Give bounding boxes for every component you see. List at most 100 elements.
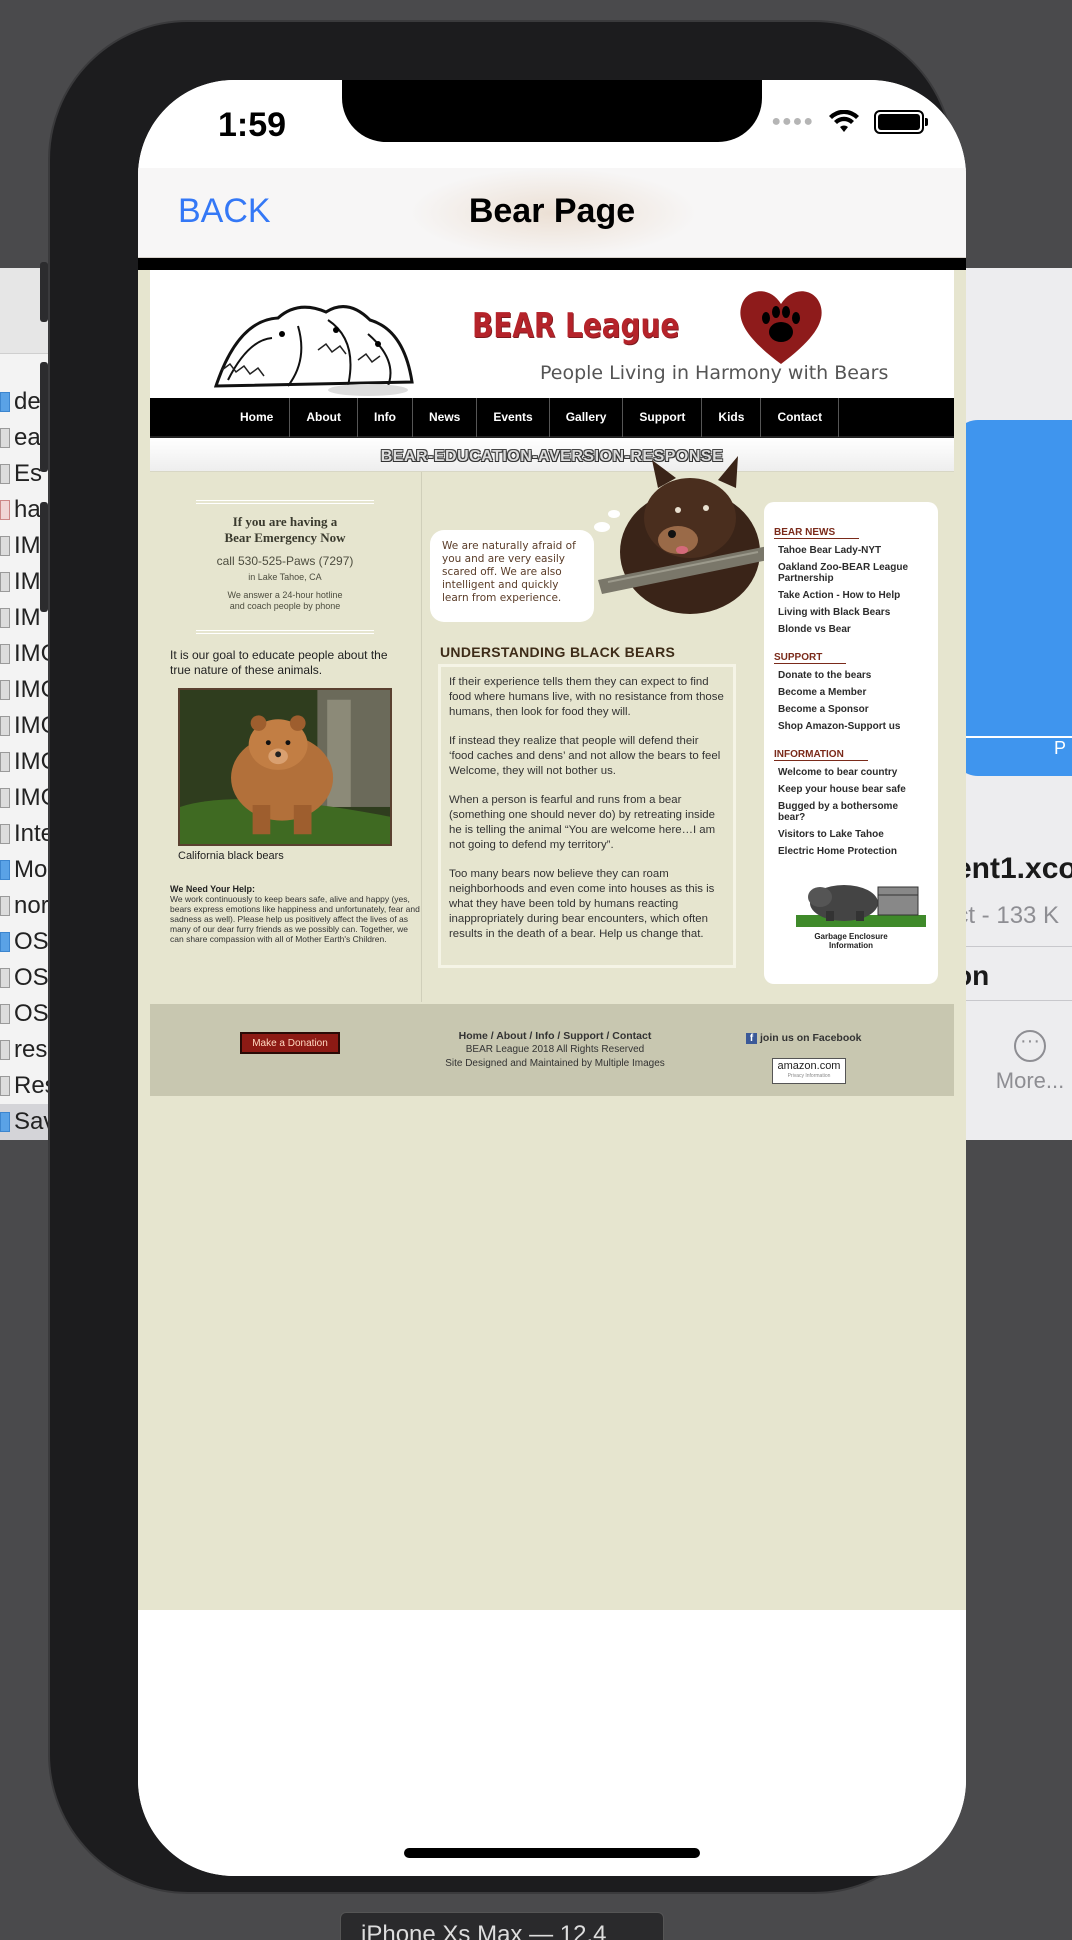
footer-links[interactable]: Home / About / Info / Support / Contact [430, 1030, 680, 1042]
news-link[interactable]: Living with Black Bears [778, 607, 928, 618]
info-link[interactable]: Bugged by a bothersome bear? [778, 801, 928, 823]
file-icon [0, 572, 10, 592]
site-nav-events[interactable]: Events [477, 397, 550, 437]
status-time: 1:59 [218, 106, 287, 144]
left-column: If you are having a Bear Emergency Now c… [150, 472, 422, 1002]
news-link[interactable]: Blonde vs Bear [778, 624, 928, 635]
file-name: nor [14, 892, 49, 919]
home-indicator[interactable] [404, 1848, 700, 1858]
emergency-note-line2: and coach people by phone [229, 601, 341, 611]
information-heading: INFORMATION [774, 749, 868, 761]
news-link[interactable]: Oakland Zoo-BEAR League Partnership [778, 562, 928, 584]
file-name: ea [14, 424, 41, 451]
section-banner: BEAR-EDUCATION-AVERSION-RESPONSE [150, 438, 954, 472]
amazon-badge[interactable]: amazon.com Privacy Information [772, 1058, 846, 1084]
file-icon [0, 824, 10, 844]
donate-button[interactable]: Make a Donation [240, 1032, 340, 1054]
site-nav-news[interactable]: News [413, 397, 478, 437]
divider [952, 946, 1072, 947]
file-icon [0, 428, 10, 448]
info-link[interactable]: Visitors to Lake Tahoe [778, 829, 928, 840]
understanding-paragraph: If their experience tells them they can … [449, 676, 724, 718]
simulator-device-label: iPhone Xs Max — 12.4 [340, 1912, 664, 1940]
bears-sketch-image [213, 305, 414, 396]
garbage-enclosure-image[interactable] [796, 871, 926, 927]
file-name: OS [14, 964, 49, 991]
emergency-title-line2: Bear Emergency Now [224, 530, 346, 545]
amazon-privacy: Privacy Information [787, 1073, 831, 1079]
file-name: Es [14, 460, 43, 487]
more-label: More... [995, 1068, 1065, 1093]
understanding-box: If their experience tells them they can … [438, 664, 736, 968]
photo-caption: California black bears [178, 850, 284, 862]
file-icon [0, 392, 10, 412]
site-tagline: People Living in Harmony with Bears [540, 362, 889, 384]
bear-league-site: BEAR League People Living in Harmony wit… [150, 268, 954, 1096]
site-nav-home[interactable]: Home [220, 397, 291, 437]
garbage-caption-line2: Information [829, 941, 873, 950]
site-nav-support[interactable]: Support [623, 397, 703, 437]
file-icon [0, 896, 10, 916]
file-name: ha [14, 496, 41, 523]
tile-label: P [952, 736, 1072, 758]
support-link[interactable]: Donate to the bears [778, 670, 928, 681]
file-icon [0, 1040, 10, 1060]
site-nav-info[interactable]: Info [358, 397, 413, 437]
file-icon [0, 644, 10, 664]
site-nav-about[interactable]: About [290, 397, 358, 437]
project-file-name: ent1.xco [955, 852, 1072, 885]
xcode-project-icon: P [952, 420, 1072, 776]
site-nav-gallery[interactable]: Gallery [550, 397, 624, 437]
more-button[interactable]: ··· More... [990, 1030, 1070, 1094]
heart-paw-logo-icon [740, 291, 822, 364]
emergency-title-line1: If you are having a [232, 514, 338, 529]
info-link[interactable]: Electric Home Protection [778, 846, 928, 857]
support-link[interactable]: Become a Sponsor [778, 704, 928, 715]
file-icon [0, 500, 10, 520]
file-icon [0, 1004, 10, 1024]
help-text: We work continuously to keep bears safe,… [170, 894, 420, 944]
file-name: de [14, 388, 41, 415]
mute-switch [40, 262, 48, 322]
nav-title: Bear Page [468, 192, 636, 230]
emergency-phone[interactable]: call 530-525-Paws (7297) [196, 554, 374, 568]
file-icon [0, 464, 10, 484]
file-name: Mo [14, 856, 48, 883]
right-sidebar: BEAR NEWS Tahoe Bear Lady-NYT Oakland Zo… [764, 502, 938, 984]
site-nav-kids[interactable]: Kids [702, 397, 762, 437]
middle-column: We are naturally afraid of you and are v… [422, 456, 768, 1002]
support-link[interactable]: Become a Member [778, 687, 928, 698]
support-heading: SUPPORT [774, 652, 847, 664]
notch [342, 80, 762, 142]
understanding-paragraph: Too many bears now believe they can roam… [449, 868, 715, 940]
info-link[interactable]: Keep your house bear safe [778, 784, 928, 795]
iphone-simulator-frame: 1:59 ●●●● BACK Bear Page BEAR League Peo… [40, 20, 966, 1894]
emergency-note-line1: We answer a 24-hour hotline [227, 590, 343, 600]
site-footer: Make a Donation Home / About / Info / Su… [150, 1004, 954, 1096]
file-icon [0, 1076, 10, 1096]
status-bar: 1:59 ●●●● [138, 80, 966, 170]
news-link[interactable]: Take Action - How to Help [778, 590, 928, 601]
emergency-location: in Lake Tahoe, CA [248, 572, 322, 582]
bear-thought-bubble: We are naturally afraid of you and are v… [430, 530, 594, 622]
file-name: OS [14, 928, 49, 955]
garbage-caption-line1: Garbage Enclosure [814, 932, 888, 941]
web-view[interactable]: BEAR League People Living in Harmony wit… [138, 258, 966, 1610]
facebook-link[interactable]: f join us on Facebook [746, 1032, 862, 1044]
file-icon [0, 752, 10, 772]
info-link[interactable]: Welcome to bear country [778, 767, 928, 778]
support-group: SUPPORT Donate to the bears Become a Mem… [774, 647, 928, 732]
site-nav-contact[interactable]: Contact [761, 397, 840, 437]
amazon-label: amazon.com [777, 1060, 841, 1072]
news-group: BEAR NEWS Tahoe Bear Lady-NYT Oakland Zo… [774, 522, 928, 635]
file-name: IM [14, 568, 41, 595]
file-icon [0, 680, 10, 700]
understanding-paragraph: If instead they realize that people will… [449, 735, 721, 777]
site-body: BEAR-EDUCATION-AVERSION-RESPONSE If you … [150, 438, 954, 1004]
support-link[interactable]: Shop Amazon-Support us [778, 721, 928, 732]
facebook-label: join us on Facebook [760, 1032, 862, 1044]
status-icons: ●●●● [771, 110, 928, 134]
news-link[interactable]: Tahoe Bear Lady-NYT [778, 545, 928, 556]
file-name: res [14, 1036, 48, 1063]
file-icon [0, 608, 10, 628]
